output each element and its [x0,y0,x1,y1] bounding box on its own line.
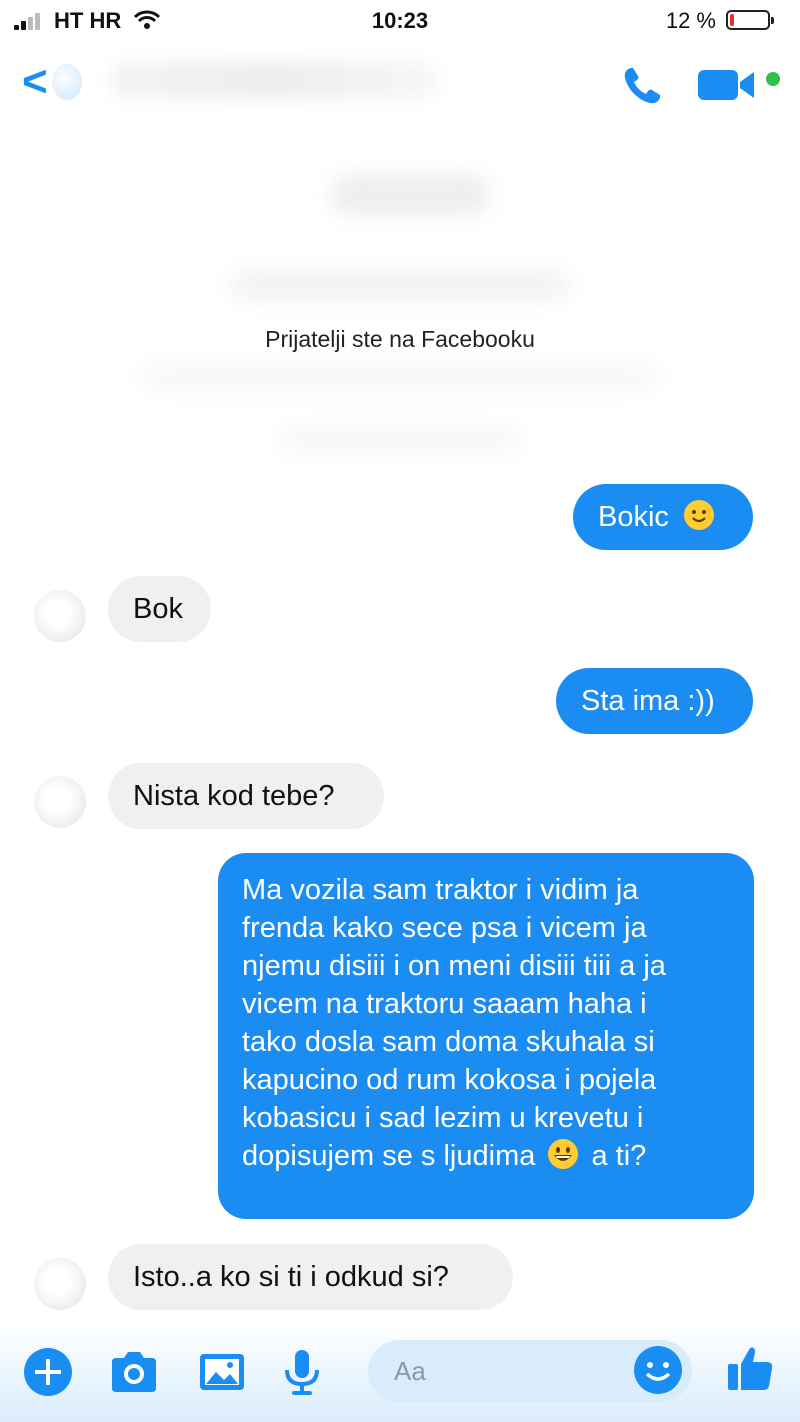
profile-blur-2 [230,270,570,300]
emoji-icon[interactable] [632,1344,684,1396]
message-text: Nista kod tebe? [133,780,335,812]
message-bubble-outgoing[interactable]: Bokic [573,484,753,550]
friends-note: Prijatelji ste na Facebooku [265,326,535,352]
chat-header: < [0,42,800,122]
message-bubble-incoming[interactable]: Isto..a ko si ti i odkud si? [108,1244,513,1310]
message-text: Bok [133,593,183,625]
message-text: Isto..a ko si ti i odkud si? [133,1261,449,1293]
contact-avatar-small[interactable] [34,776,86,828]
profile-blur-4 [280,428,520,450]
status-bar: HT HR 10:23 12 % [0,0,800,42]
message-line: tako dosla sam doma skuhala si [242,1026,655,1058]
contact-name-blurred[interactable] [110,62,440,98]
camera-icon[interactable] [108,1346,160,1398]
message-text: Sta ima :)) [581,685,715,717]
composer-bar: Aa [0,1322,800,1422]
chevron-left-icon[interactable]: < [22,60,48,104]
message-line: dopisujem se s ljudima [242,1140,536,1172]
message-line: njemu disiii i on meni disiii tiii a ja [242,950,666,982]
message-line: frenda kako sece psa i vicem ja [242,912,647,944]
thumbs-up-icon[interactable] [724,1342,776,1394]
message-bubble-incoming[interactable]: Bok [108,576,211,642]
message-bubble-outgoing[interactable]: Sta ima :)) [556,668,753,734]
message-bubble-incoming[interactable]: Nista kod tebe? [108,763,384,829]
microphone-icon[interactable] [276,1346,328,1398]
image-icon[interactable] [196,1346,248,1398]
profile-blur-3 [140,366,660,388]
message-line: vicem na traktoru saaam haha i [242,988,647,1020]
battery-percent: 12 % [665,8,716,33]
video-camera-icon[interactable] [698,68,760,102]
message-input-placeholder: Aa [394,1356,426,1386]
slightly-smiling-face-icon [683,500,714,530]
message-text: Bokic [598,501,669,533]
online-status-dot [766,72,780,86]
phone-icon[interactable] [618,62,666,110]
message-bubble-outgoing[interactable]: Ma vozila sam traktor i vidim ja frenda … [218,853,754,1219]
plus-icon[interactable] [22,1346,74,1398]
message-line: kapucino od rum kokosa i pojela [242,1064,657,1096]
grinning-face-icon [548,1139,579,1169]
battery-icon [726,10,774,30]
contact-avatar[interactable] [52,64,82,100]
message-line: kobasicu i sad lezim u krevetu i [242,1102,644,1134]
contact-avatar-small[interactable] [34,1258,86,1310]
message-line: Ma vozila sam traktor i vidim ja [242,874,639,906]
profile-blur-1 [330,175,490,215]
message-tail: a ti? [591,1140,647,1172]
contact-avatar-small[interactable] [34,590,86,642]
message-line-last: dopisujem se s ljudima a ti? [242,1137,754,1175]
